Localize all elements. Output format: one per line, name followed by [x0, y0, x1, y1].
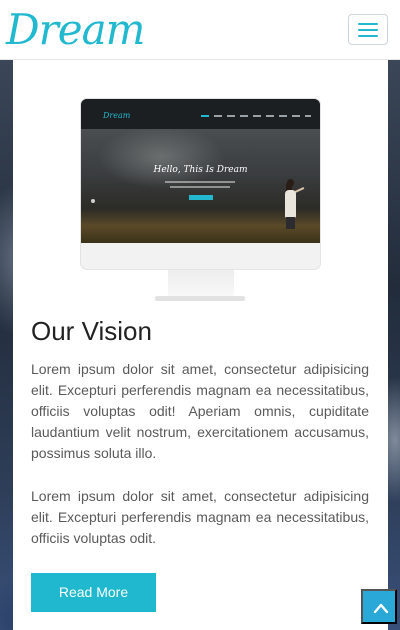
monitor-screen: Dream Hello, This Is Dream	[81, 99, 320, 243]
hamburger-icon-bar	[358, 23, 378, 25]
monitor-stand-base	[155, 296, 245, 301]
mockup-person-figure	[283, 179, 305, 229]
mockup-hero: Hello, This Is Dream	[81, 129, 320, 243]
monitor-mockup-image: Dream Hello, This Is Dream	[80, 98, 321, 301]
vision-card: Dream Hello, This Is Dream Our Vision Lo…	[13, 60, 388, 630]
read-more-button[interactable]: Read More	[31, 573, 156, 612]
site-header: Dream	[0, 0, 400, 60]
mockup-navbar: Dream	[81, 99, 320, 129]
hamburger-icon-bar	[358, 35, 378, 37]
section-paragraph-2: Lorem ipsum dolor sit amet, consectetur …	[31, 488, 369, 546]
menu-toggle-button[interactable]	[348, 14, 388, 45]
section-paragraph-1: Lorem ipsum dolor sit amet, consectetur …	[31, 361, 369, 461]
mockup-logo: Dream	[103, 111, 131, 120]
monitor-stand-neck	[168, 270, 234, 296]
mockup-text-line	[170, 186, 230, 188]
site-logo[interactable]: Dream	[6, 4, 145, 56]
mockup-text-line	[165, 181, 235, 183]
mockup-nav-links	[201, 115, 311, 117]
section-title: Our Vision	[31, 316, 152, 346]
chevron-up-icon	[373, 603, 389, 614]
scroll-to-top-button[interactable]	[361, 589, 397, 624]
hamburger-icon-bar	[358, 29, 378, 31]
mockup-button	[189, 195, 213, 200]
mockup-headline: Hello, This Is Dream	[153, 165, 248, 175]
mockup-slider-dot	[91, 199, 95, 203]
